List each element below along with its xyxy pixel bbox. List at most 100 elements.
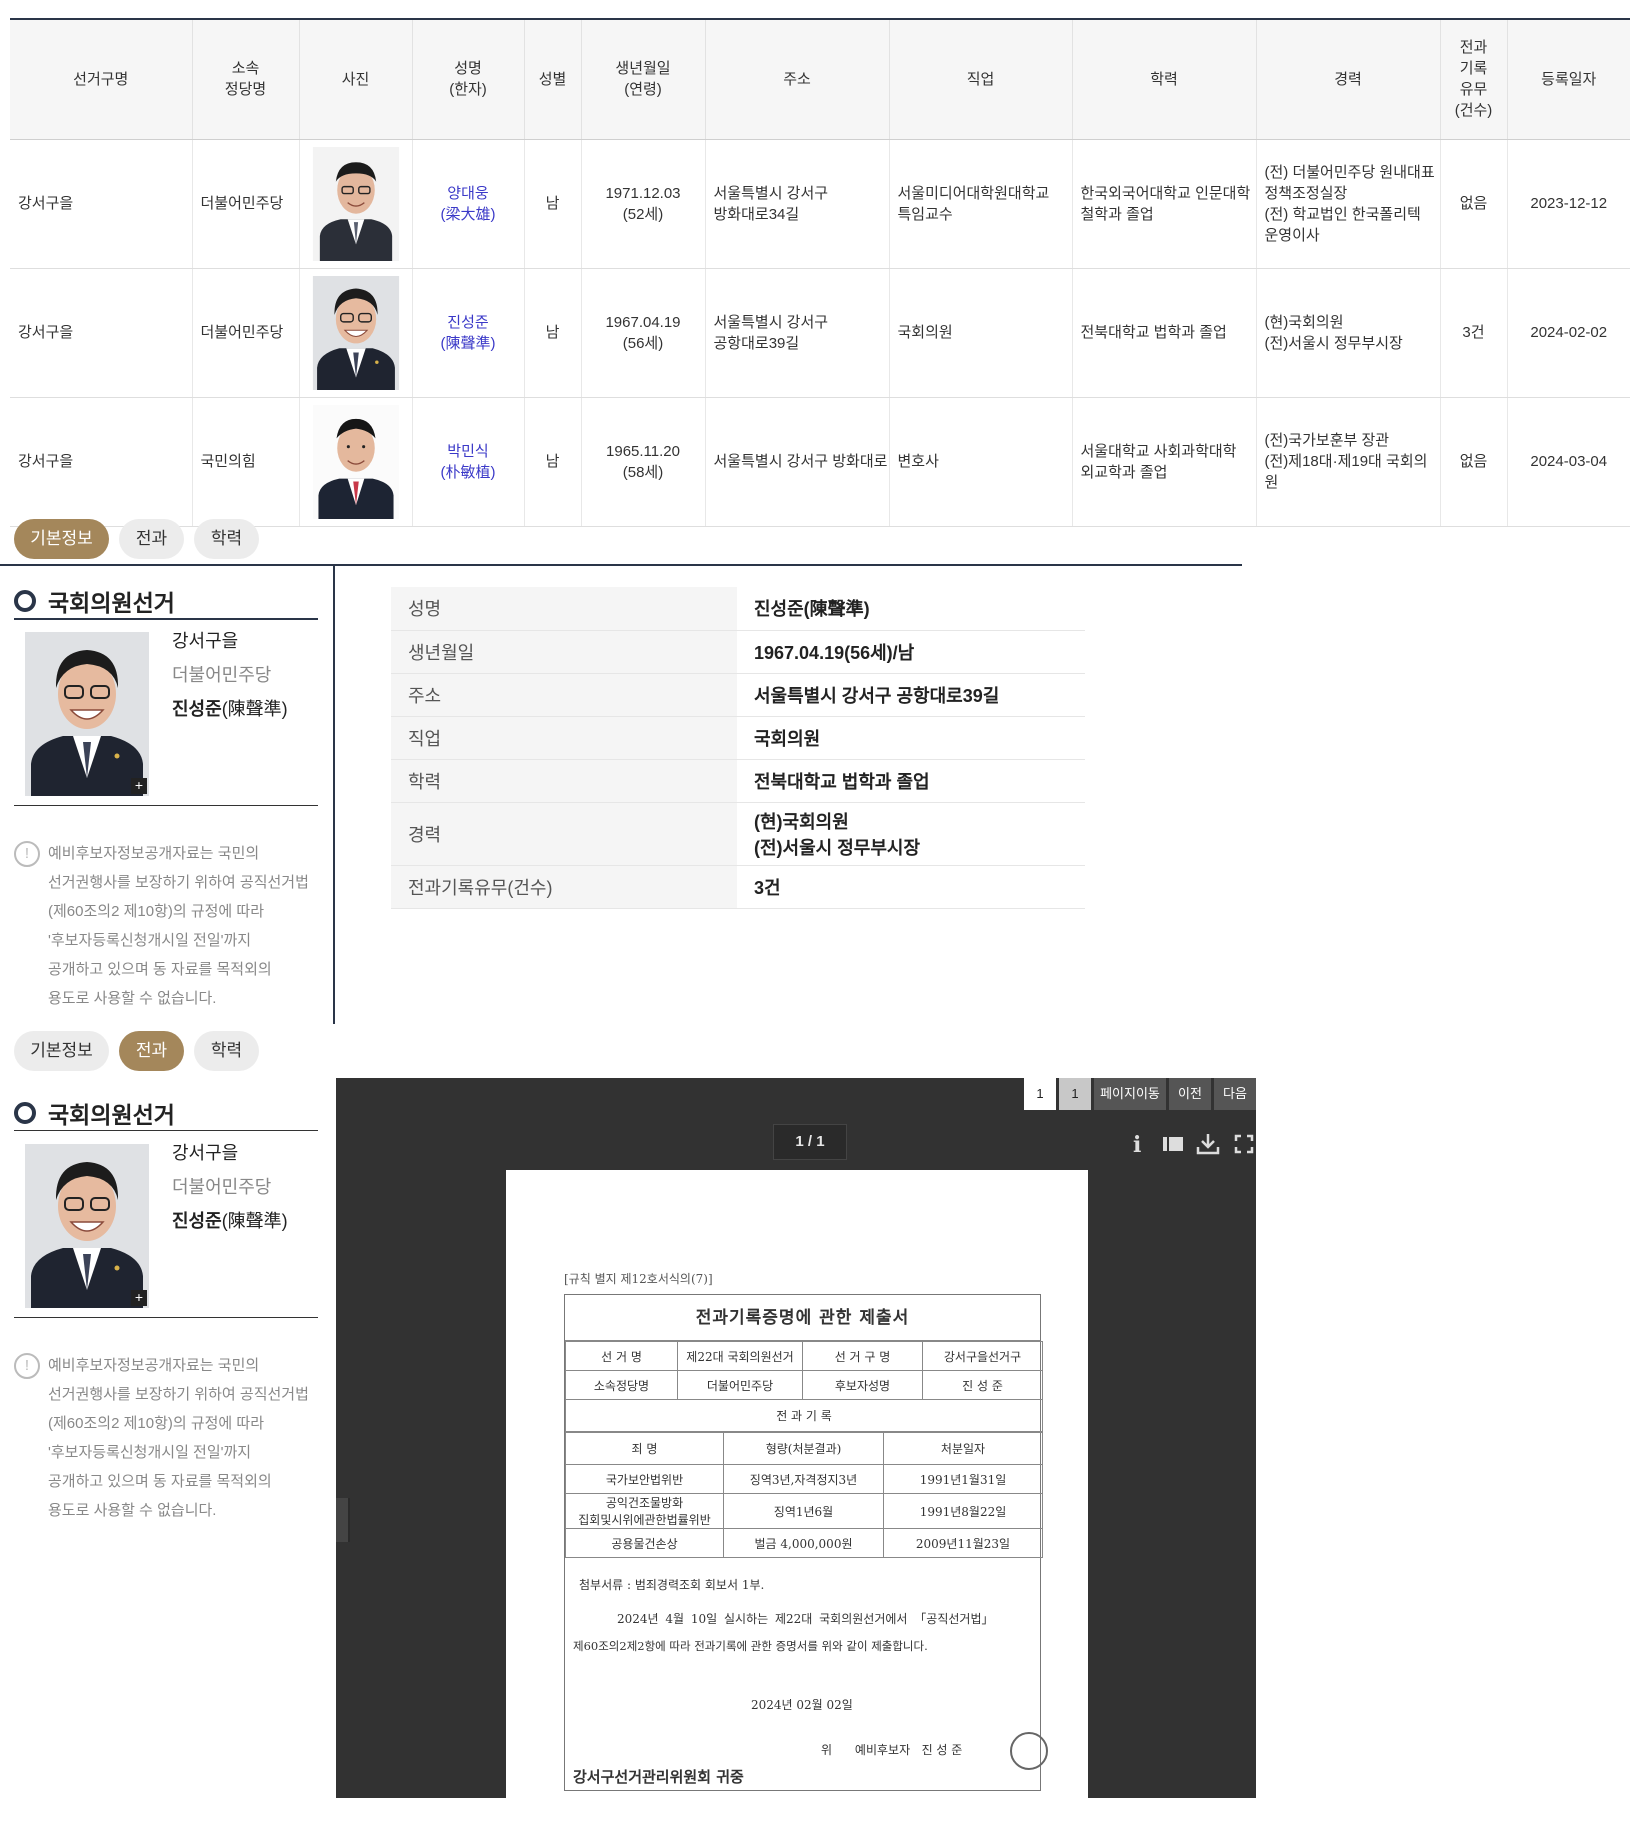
profile-party: 더불어민주당 — [172, 665, 272, 685]
enlarge-photo-button[interactable]: + — [131, 1290, 147, 1306]
notice-line: 용도로 사용할 수 없습니다. — [48, 990, 217, 1007]
tab-education[interactable]: 학력 — [194, 1031, 259, 1071]
page-number-button[interactable]: 1 — [1059, 1078, 1091, 1110]
detail-value: 국회의원 — [737, 716, 1085, 760]
cell-reg-date: 2023-12-12 — [1507, 139, 1630, 269]
tab-basic-info[interactable]: 기본정보 — [14, 519, 109, 559]
profile-rule — [14, 805, 318, 806]
candidate-hanja[interactable]: (朴敏植) — [441, 464, 496, 481]
cell-gender: 남 — [524, 268, 582, 398]
candidate-name-link[interactable]: 박민식 — [447, 443, 488, 460]
cell-job: 변호사 — [889, 397, 1073, 527]
profile-party: 더불어민주당 — [172, 1177, 272, 1197]
notice-line: (제60조의2 제10항)의 규정에 따라 — [48, 1415, 265, 1432]
page-current-button[interactable]: 1 — [1024, 1078, 1056, 1110]
crime-cell: 1991년1월31일 — [883, 1464, 1043, 1494]
cell-crime-record: 없음 — [1440, 139, 1508, 269]
header-photo: 사진 — [299, 19, 413, 140]
candidate-row[interactable]: 강서구을 더불어민주당 진성준 (陳聲準) 남 1967.04.19 (56세) 서울특별시 … — [10, 268, 1630, 398]
ring-icon — [14, 590, 36, 612]
header-gender: 성별 — [524, 19, 582, 140]
profile-district: 강서구을 — [172, 631, 239, 651]
crime-header-cell: 처분일자 — [883, 1432, 1043, 1465]
cell-birth: 1967.04.19 (56세) — [581, 268, 706, 398]
candidate-photo[interactable] — [308, 146, 404, 261]
crime-cell: 2009년11월23일 — [883, 1528, 1043, 1558]
candidate-hanja[interactable]: (陳聲準) — [441, 335, 496, 352]
notice-line: 선거권행사를 보장하기 위하여 공직선거법 — [48, 1386, 309, 1403]
tab-basic-info[interactable]: 기본정보 — [14, 1031, 109, 1071]
signature-seal — [1010, 1732, 1048, 1770]
crime-cell: 1991년8월22일 — [883, 1493, 1043, 1529]
form-table: 선 거 명 제22대 국회의원선거 선 거 구 명 강서구을선거구 소속정당명 … — [565, 1341, 1043, 1432]
page-indicator[interactable]: 1 / 1 — [773, 1124, 847, 1160]
age: (52세) — [622, 205, 664, 223]
candidate-name-link[interactable]: 진성준 — [447, 314, 488, 331]
cell-photo — [299, 139, 413, 269]
page-goto-button[interactable]: 페이지이동 — [1094, 1078, 1166, 1110]
ring-icon — [14, 1102, 36, 1124]
crime-row: 공용물건손상 벌금 4,000,000원 2009년11월23일 — [565, 1528, 1043, 1558]
candidate-row[interactable]: 강서구을 더불어민주당 양대웅 (梁大雄) 남 1971.12.03 (52세) 서울특별시 … — [10, 139, 1630, 269]
form-cell: 소속정당명 — [565, 1370, 678, 1400]
notice-line: 예비후보자정보공개자료는 국민의 — [48, 845, 260, 862]
crime-cell: 공익건조물방화 집회및시위에관한법률위반 — [565, 1493, 724, 1529]
candidate-row[interactable]: 강서구을 국민의힘 박민식 (朴敏植) 남 1965.11.20 (58세) 서울특별시 강서… — [10, 397, 1630, 527]
form-body: 첨부서류 : 범죄경력조회 회보서 1부. 2024년 4월 10일 실시하는 … — [565, 1558, 1048, 1790]
document-page: [규칙 별지 제12호서식의(7)] 전과기록증명에 관한 제출서 선 거 명 … — [506, 1170, 1088, 1798]
cell-career: (전) 더불어민주당 원내대표 정책조정실장 (전) 학교법인 한국폴리텍 운영이사 — [1256, 139, 1441, 269]
next-page-button[interactable]: 다음 — [1214, 1078, 1256, 1110]
svg-text:i: i — [1133, 1132, 1141, 1158]
candidate-photo[interactable] — [25, 1144, 149, 1308]
detail-value: (현)국회의원 (전)서울시 정무부시장 — [737, 802, 1085, 866]
candidate-photo[interactable] — [308, 275, 404, 390]
cell-education: 전북대학교 법학과 졸업 — [1072, 268, 1257, 398]
layout-icon[interactable] — [1154, 1130, 1190, 1158]
cell-photo — [299, 397, 413, 527]
candidate-name-link[interactable]: 양대웅 — [447, 185, 488, 202]
cell-photo — [299, 268, 413, 398]
side-panel-handle[interactable] — [336, 1498, 350, 1542]
document-date: 2024년 02월 02일 — [751, 1698, 853, 1712]
notice-line: (제60조의2 제10항)의 규정에 따라 — [48, 903, 265, 920]
header-reg-date: 등록일자 — [1507, 19, 1630, 140]
birth-date: 1967.04.19 — [605, 313, 681, 331]
header-career: 경력 — [1256, 19, 1441, 140]
cell-address: 서울특별시 강서구 방화대로34길 — [705, 139, 890, 269]
candidate-photo[interactable] — [308, 404, 404, 519]
cell-crime-record: 3건 — [1440, 268, 1508, 398]
attachment-text: 첨부서류 : 범죄경력조회 회보서 1부. — [579, 1578, 765, 1592]
section-title: 국회의원선거 — [14, 1096, 175, 1130]
detail-value: 진성준(陳聲準) — [737, 587, 1085, 631]
pager: 1 1 페이지이동 이전 다음 — [1024, 1078, 1256, 1110]
candidate-hanja[interactable]: (梁大雄) — [441, 206, 496, 223]
fullscreen-icon[interactable] — [1226, 1130, 1262, 1158]
crime-table: 죄 명 형량(처분결과) 처분일자 국가보안법위반 징역3년,자격정지3년 1991… — [565, 1432, 1043, 1558]
age: (58세) — [622, 463, 664, 481]
notice: ! 예비후보자정보공개자료는 국민의 선거권행사를 보장하기 위하여 공직선거법 (… — [14, 1351, 319, 1525]
header-address: 주소 — [705, 19, 890, 140]
tab-crime-record[interactable]: 전과 — [119, 519, 184, 559]
cell-name: 진성준 (陳聲準) — [412, 268, 525, 398]
detail-row: 전과기록유무(건수) 3건 — [391, 865, 1085, 909]
form-cell: 진 성 준 — [922, 1370, 1043, 1400]
crime-cell: 국가보안법위반 — [565, 1464, 724, 1494]
download-icon[interactable] — [1190, 1130, 1226, 1158]
tab-education[interactable]: 학력 — [194, 519, 259, 559]
notice-line: 선거권행사를 보장하기 위하여 공직선거법 — [48, 874, 309, 891]
cell-district: 강서구을 — [10, 268, 193, 398]
notice-line: 공개하고 있으며 동 자료를 목적외의 — [48, 1473, 272, 1490]
prev-page-button[interactable]: 이전 — [1169, 1078, 1211, 1110]
table-header-row: 선거구명 소속 정당명 사진 성명 (한자) 성별 생년월일 (연령) 주소 직업 학… — [10, 19, 1630, 140]
detail-row: 직업 국회의원 — [391, 716, 1085, 760]
tab-crime-record[interactable]: 전과 — [119, 1031, 184, 1071]
age: (56세) — [622, 334, 664, 352]
form-cell: 선 거 구 명 — [802, 1341, 923, 1371]
info-icon[interactable]: i — [1118, 1130, 1154, 1158]
profile-panel-crime: 국회의원선거 + 강서구을 더불어민주당 진성준(陳聲準) ! 예비후보자정보공… — [0, 1078, 335, 1519]
detail-label: 성명 — [391, 587, 737, 631]
notice-line: '후보자등록신청개시일 전일'까지 — [48, 1444, 252, 1461]
candidate-photo[interactable] — [25, 632, 149, 796]
crime-row: 국가보안법위반 징역3년,자격정지3년 1991년1월31일 — [565, 1464, 1043, 1494]
enlarge-photo-button[interactable]: + — [131, 778, 147, 794]
